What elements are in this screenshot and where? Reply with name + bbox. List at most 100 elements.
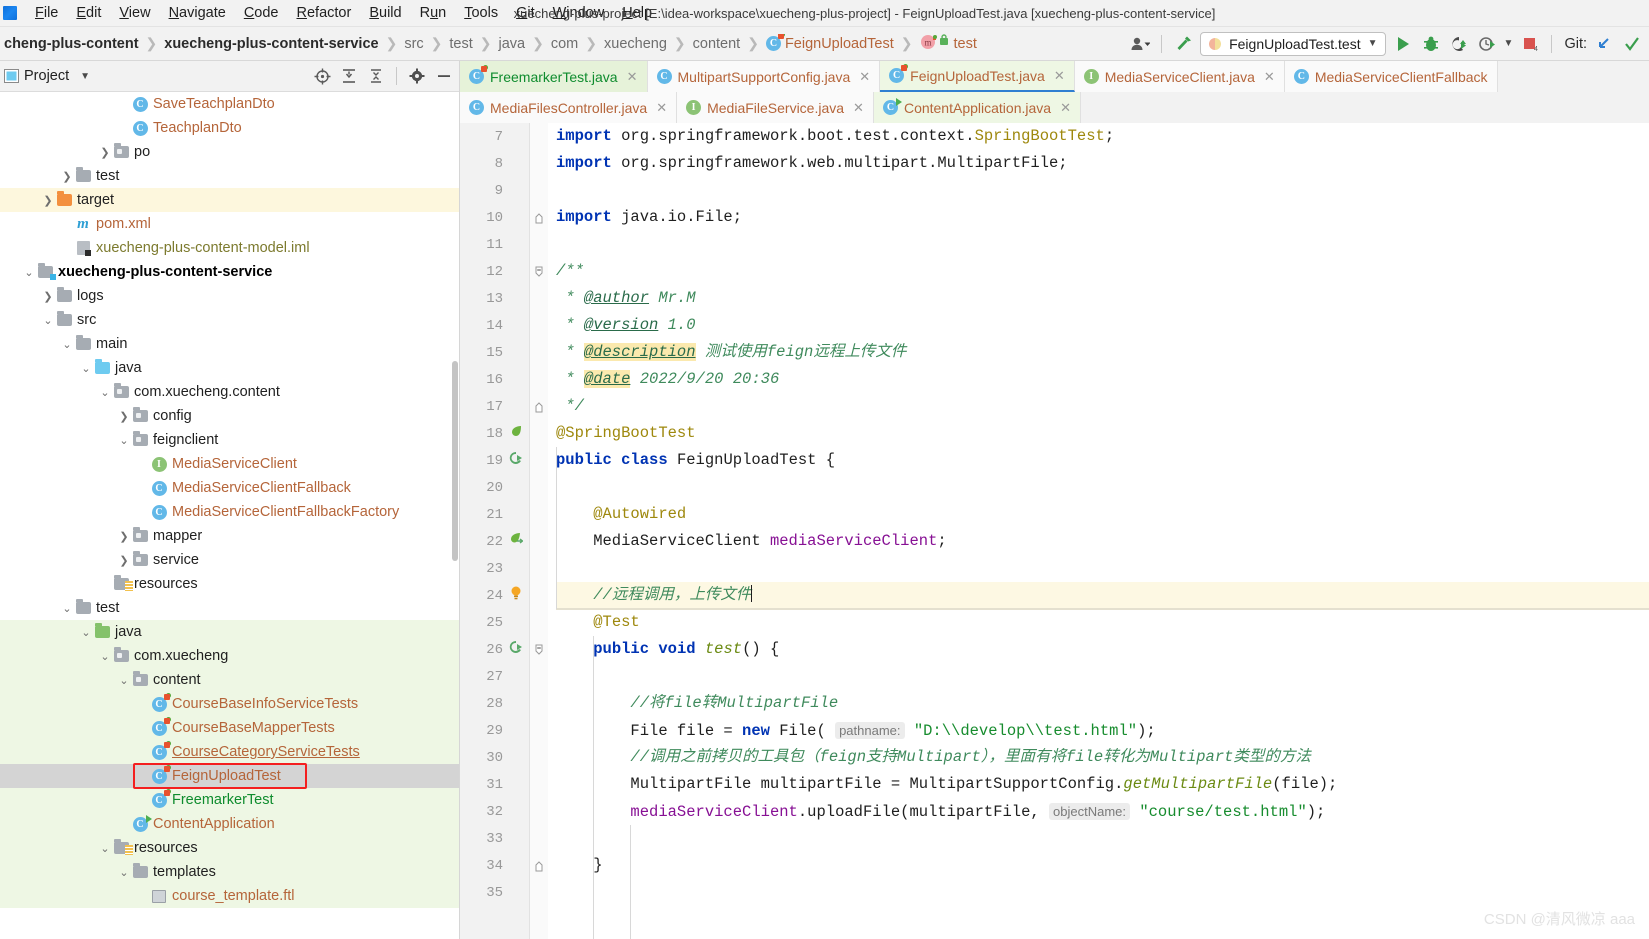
breadcrumb-item-content[interactable]: content (689, 36, 745, 52)
chevron-right-icon[interactable]: ❯ (117, 554, 131, 567)
tree-node-freemarkertest[interactable]: C FreemarkerTest (0, 788, 459, 812)
menu-item-run[interactable]: Run (411, 3, 456, 23)
locate-icon[interactable] (311, 65, 333, 87)
tree-node-templates[interactable]: ⌄ templates (0, 860, 459, 884)
gutter-line-14[interactable]: 14 (460, 312, 529, 339)
chevron-right-icon[interactable]: ❯ (60, 170, 74, 183)
chevron-down-icon[interactable]: ⌄ (98, 386, 112, 399)
menu-item-help[interactable]: Help (613, 3, 661, 23)
chevron-down-icon[interactable]: ▼ (1368, 38, 1378, 49)
chevron-right-icon[interactable]: ❯ (41, 290, 55, 303)
gutter-line-19[interactable]: 19 (460, 447, 529, 474)
menu-item-git[interactable]: Git (507, 3, 544, 23)
gutter-line-10[interactable]: 10 (460, 204, 529, 231)
code-line-33[interactable] (556, 825, 1649, 852)
collapse-all-icon[interactable] (365, 65, 387, 87)
tree-node-po[interactable]: ❯ po (0, 140, 459, 164)
gutter-line-8[interactable]: 8 (460, 150, 529, 177)
breadcrumb-item-cheng-plus-content[interactable]: cheng-plus-content (0, 36, 143, 52)
code-line-26[interactable]: public void test() { (556, 636, 1649, 663)
editor-tab-mediaserviceclientfallback[interactable]: C MediaServiceClientFallback (1284, 61, 1498, 92)
code-line-21[interactable]: @Autowired (556, 501, 1649, 528)
fold-marker-17[interactable] (530, 393, 548, 420)
tree-node-feignclient[interactable]: ⌄ feignclient (0, 428, 459, 452)
code-line-23[interactable] (556, 555, 1649, 582)
gutter-line-35[interactable]: 35 (460, 879, 529, 906)
close-icon[interactable]: ✕ (853, 100, 864, 116)
gutter-line-18[interactable]: 18 (460, 420, 529, 447)
close-icon[interactable]: ✕ (1054, 68, 1065, 84)
editor-tab-mediaserviceclient-java[interactable]: I MediaServiceClient.java ✕ (1074, 61, 1285, 92)
user-accounts-icon[interactable] (1129, 33, 1151, 55)
tree-node-content[interactable]: ⌄ content (0, 668, 459, 692)
project-tree[interactable]: C SaveTeachplanDto C TeachplanDto ❯ po ❯ test ❯ t… (0, 92, 459, 939)
chevron-down-icon[interactable]: ⌄ (60, 338, 74, 351)
code-line-24[interactable]: //远程调用，上传文件 (556, 582, 1649, 609)
editor-tab-mediafilescontroller-java[interactable]: C MediaFilesController.java ✕ (460, 92, 678, 123)
gutter-line-7[interactable]: 7 (460, 123, 529, 150)
tree-node-coursecategoryservicetests[interactable]: C CourseCategoryServiceTests (0, 740, 459, 764)
tree-node-main[interactable]: ⌄ main (0, 332, 459, 356)
chevron-down-icon[interactable]: ⌄ (79, 362, 93, 375)
code-line-17[interactable]: */ (556, 393, 1649, 420)
tree-node-mediaserviceclient[interactable]: I MediaServiceClient (0, 452, 459, 476)
tree-node-logs[interactable]: ❯ logs (0, 284, 459, 308)
chevron-right-icon[interactable]: ❯ (117, 530, 131, 543)
menu-item-refactor[interactable]: Refactor (288, 3, 361, 23)
gutter-line-17[interactable]: 17 (460, 393, 529, 420)
code-line-30[interactable]: //调用之前拷贝的工具包（feign支持Multipart），里面有将file转… (556, 744, 1649, 771)
code-line-11[interactable] (556, 231, 1649, 258)
breadcrumb-item-test[interactable]: m test (916, 34, 981, 53)
tree-node-pom-xml[interactable]: m pom.xml (0, 212, 459, 236)
profiler-chevron-icon[interactable]: ▼ (1504, 38, 1514, 49)
chevron-down-icon[interactable]: ⌄ (79, 626, 93, 639)
close-icon[interactable]: ✕ (1264, 69, 1275, 85)
tree-node-config[interactable]: ❯ config (0, 404, 459, 428)
chevron-down-icon[interactable]: ⌄ (98, 842, 112, 855)
code-line-35[interactable] (556, 879, 1649, 906)
editor-fold-column[interactable] (530, 123, 548, 939)
run-icon[interactable] (1392, 33, 1414, 55)
menu-item-build[interactable]: Build (360, 3, 410, 23)
chevron-down-icon[interactable]: ⌄ (117, 866, 131, 879)
tree-node-src[interactable]: ⌄ src (0, 308, 459, 332)
tree-node-mediaserviceclientfallback[interactable]: C MediaServiceClientFallback (0, 476, 459, 500)
breadcrumb-item-com[interactable]: com (547, 36, 582, 52)
chevron-right-icon[interactable]: ❯ (41, 194, 55, 207)
gutter-line-32[interactable]: 32 (460, 798, 529, 825)
tree-node-saveteachplandto[interactable]: C SaveTeachplanDto (0, 92, 459, 116)
code-line-18[interactable]: @SpringBootTest (556, 420, 1649, 447)
debug-icon[interactable] (1420, 33, 1442, 55)
editor-tab-contentapplication-java[interactable]: C ContentApplication.java ✕ (873, 92, 1081, 123)
tree-node-service[interactable]: ❯ service (0, 548, 459, 572)
gutter-line-29[interactable]: 29 (460, 717, 529, 744)
project-view-chevron-icon[interactable]: ▼ (80, 71, 90, 82)
stop-icon[interactable]: 4 (1519, 33, 1541, 55)
close-icon[interactable]: ✕ (627, 69, 638, 85)
code-line-32[interactable]: mediaServiceClient.uploadFile(multipartF… (556, 798, 1649, 825)
tree-node-com-xuecheng-content[interactable]: ⌄ com.xuecheng.content (0, 380, 459, 404)
chevron-down-icon[interactable]: ⌄ (22, 266, 36, 279)
code-line-13[interactable]: * @author Mr.M (556, 285, 1649, 312)
profiler-icon[interactable] (1476, 33, 1498, 55)
gutter-line-24[interactable]: 24 (460, 582, 529, 609)
tree-node-contentapplication[interactable]: C ContentApplication (0, 812, 459, 836)
git-commit-icon[interactable] (1621, 33, 1643, 55)
code-line-7[interactable]: import org.springframework.boot.test.con… (556, 123, 1649, 150)
gutter-line-13[interactable]: 13 (460, 285, 529, 312)
tree-node-test[interactable]: ⌄ test (0, 596, 459, 620)
code-line-10[interactable]: import java.io.File; (556, 204, 1649, 231)
code-line-12[interactable]: /** (556, 258, 1649, 285)
gutter-line-11[interactable]: 11 (460, 231, 529, 258)
gutter-line-34[interactable]: 34 (460, 852, 529, 879)
tree-node-course-template-ftl[interactable]: course_template.ftl (0, 884, 459, 908)
menu-item-edit[interactable]: Edit (67, 3, 110, 23)
menu-item-window[interactable]: Window (544, 3, 614, 23)
run-test-icon[interactable] (507, 451, 525, 470)
run-with-coverage-icon[interactable] (1448, 33, 1470, 55)
editor-tabs-row-2[interactable]: C MediaFilesController.java ✕ I MediaFileSer… (460, 92, 1649, 123)
build-hammer-icon[interactable] (1172, 33, 1194, 55)
chevron-right-icon[interactable]: ❯ (98, 146, 112, 159)
code-line-22[interactable]: MediaServiceClient mediaServiceClient; (556, 528, 1649, 555)
project-tree-scrollbar[interactable] (452, 361, 458, 561)
